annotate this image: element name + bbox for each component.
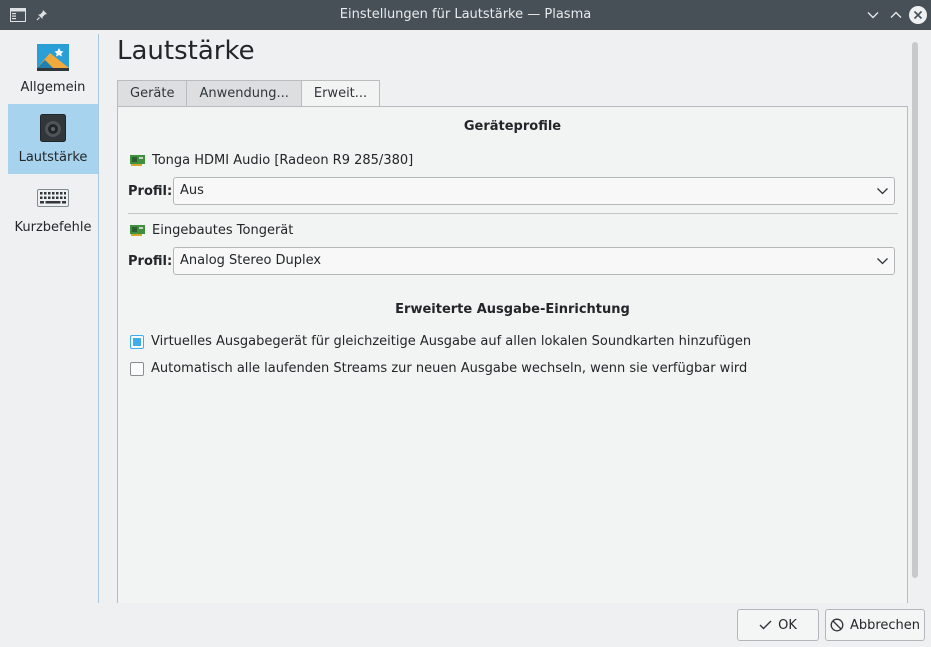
ok-button[interactable]: OK [737,609,819,641]
checkbox-checked[interactable] [130,334,144,349]
profile-row: Profil: Aus [128,177,895,205]
close-button[interactable] [908,5,928,25]
profile-label: Profil: [128,183,173,199]
keyboard-icon [36,182,70,214]
checkbox-virtual-output[interactable]: Virtuelles Ausgabegerät für gleichzeitig… [130,334,751,349]
title-bar: Einstellungen für Lautstärke — Plasma [0,0,931,30]
checkbox-label: Automatisch alle laufenden Streams zur n… [151,361,748,376]
profile-combobox[interactable]: Analog Stereo Duplex [173,247,895,275]
cancel-button-label: Abbrechen [849,617,921,633]
page-title: Lautstärke [117,36,255,66]
vertical-scrollbar[interactable] [912,42,918,578]
maximize-button[interactable] [886,5,906,25]
profile-combobox[interactable]: Aus [173,177,895,205]
device-row: Tonga HDMI Audio [Radeon R9 285/380] [130,153,413,168]
divider [128,213,898,214]
chevron-down-icon [877,178,888,204]
window-title: Einstellungen für Lautstärke — Plasma [339,7,592,22]
speaker-icon [36,112,70,144]
tab-geraete[interactable]: Geräte [117,80,188,106]
tab-bar: Geräte Anwendung... Erweit... [117,80,381,108]
sidebar-item-kurzbefehle[interactable]: Kurzbefehle [8,174,98,244]
minimize-button[interactable] [863,5,883,25]
preferences-icon [36,42,70,74]
profile-row: Profil: Analog Stereo Duplex [128,247,895,275]
tab-anwendungen[interactable]: Anwendung... [186,80,302,106]
checkbox-label: Virtuelles Ausgabegerät für gleichzeitig… [151,334,752,349]
checkbox-auto-switch[interactable]: Automatisch alle laufenden Streams zur n… [130,361,747,376]
profile-combobox-value: Aus [180,183,204,198]
sound-card-icon [130,155,145,166]
sidebar-item-allgemein[interactable]: Allgemein [8,34,98,104]
section-title-geraeteprofile: Geräteprofile [463,119,562,134]
section-title-ausgabe: Erweiterte Ausgabe-Einrichtung [395,302,630,317]
checkbox-unchecked[interactable] [130,361,144,376]
sidebar: Allgemein Lautstärke Kurzbefehle [0,30,98,603]
chevron-down-icon [877,248,888,274]
cancel-button[interactable]: Abbrechen [825,609,925,641]
tab-panel-erweitert: Geräteprofile Tonga HDMI Audio [Radeon R… [117,106,908,603]
profile-combobox-value: Analog Stereo Duplex [180,253,322,268]
profile-label: Profil: [128,253,173,269]
ok-button-label: OK [778,617,797,633]
tab-erweitert[interactable]: Erweit... [300,80,381,108]
device-name: Eingebautes Tongerät [152,223,294,238]
cancel-icon [830,618,844,632]
sidebar-item-lautstaerke[interactable]: Lautstärke [8,104,98,174]
checkmark-icon [759,620,772,630]
device-name: Tonga HDMI Audio [Radeon R9 285/380] [152,153,414,168]
sidebar-divider [98,34,99,603]
sound-card-icon [130,225,145,236]
device-row: Eingebautes Tongerät [130,223,293,238]
